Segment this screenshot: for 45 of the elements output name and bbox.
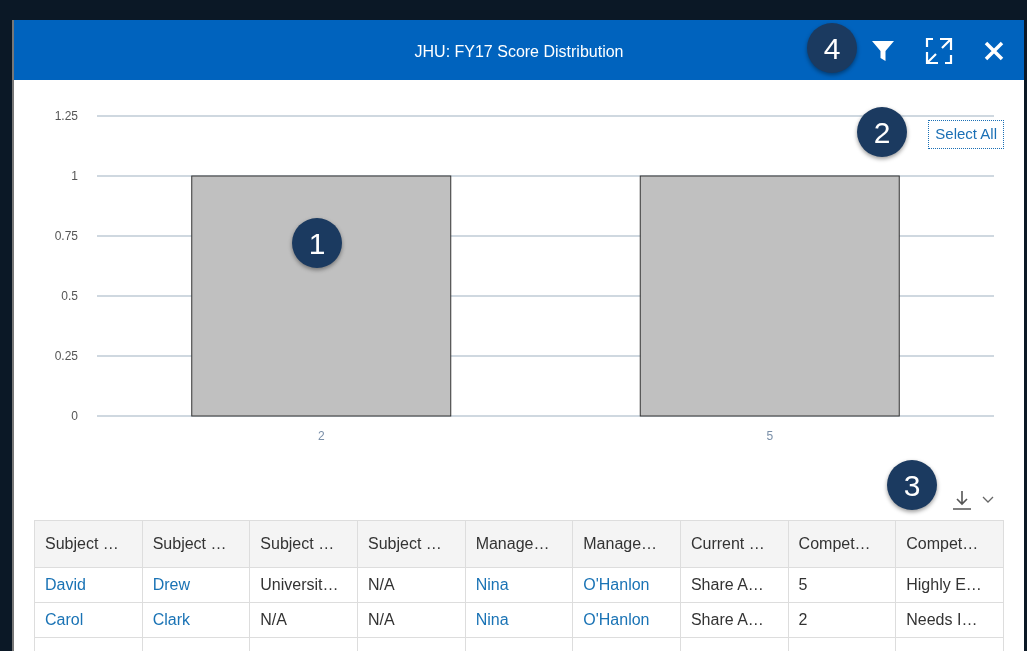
expand-icon bbox=[925, 37, 953, 65]
table-cell: Needs I… bbox=[895, 602, 1004, 638]
axis-label: 1.25 bbox=[54, 109, 78, 123]
table-cell: Share A… bbox=[680, 602, 789, 638]
link-cell[interactable]: Clark bbox=[142, 602, 250, 638]
column-header[interactable]: Subject … bbox=[142, 520, 250, 568]
link-cell[interactable]: Drew bbox=[142, 567, 250, 603]
link-cell[interactable]: O'Hanlon bbox=[572, 567, 681, 603]
column-header[interactable]: Compet… bbox=[788, 520, 896, 568]
table-cell: Universit… bbox=[249, 567, 358, 603]
table-cell: N/A bbox=[249, 602, 358, 638]
axis-label: 5 bbox=[766, 429, 774, 443]
callout-badge: 3 bbox=[887, 460, 937, 510]
table-cell: N/A bbox=[357, 602, 466, 638]
axis-label: 1 bbox=[71, 169, 78, 183]
table-cell: Highly E… bbox=[895, 567, 1004, 603]
link-cell[interactable]: Nina bbox=[465, 567, 573, 603]
callout-badge: 2 bbox=[857, 107, 907, 157]
table-cell: 2 bbox=[788, 602, 896, 638]
column-header[interactable]: Manage… bbox=[572, 520, 681, 568]
column-header[interactable]: Subject … bbox=[249, 520, 358, 568]
filter-icon bbox=[871, 40, 895, 62]
link-cell[interactable]: O'Hanlon bbox=[572, 602, 681, 638]
column-header[interactable]: Subject … bbox=[34, 520, 143, 568]
link-cell[interactable]: Nina bbox=[465, 602, 573, 638]
column-header[interactable]: Manage… bbox=[465, 520, 573, 568]
axis-label: 0.75 bbox=[54, 229, 78, 243]
table-cell: 5 bbox=[788, 567, 896, 603]
column-header[interactable]: Subject … bbox=[357, 520, 466, 568]
link-cell[interactable]: David bbox=[34, 567, 143, 603]
select-all-button[interactable]: Select All bbox=[928, 120, 1004, 149]
column-header[interactable]: Current … bbox=[680, 520, 789, 568]
column-header[interactable]: Compet… bbox=[895, 520, 1004, 568]
close-icon bbox=[984, 41, 1004, 61]
table-cell: Share A… bbox=[680, 567, 789, 603]
link-cell[interactable]: Carol bbox=[34, 602, 143, 638]
table-cell: N/A bbox=[357, 567, 466, 603]
axis-label: 0.25 bbox=[54, 349, 78, 363]
bar[interactable] bbox=[191, 175, 452, 417]
window-title: JHU: FY17 Score Distribution bbox=[414, 43, 624, 60]
axis-label: 0.5 bbox=[61, 289, 78, 303]
axis-label: 0 bbox=[71, 409, 78, 423]
download-icon[interactable] bbox=[952, 490, 972, 510]
axis-label: 2 bbox=[317, 429, 325, 443]
caret-icon[interactable] bbox=[982, 496, 994, 504]
